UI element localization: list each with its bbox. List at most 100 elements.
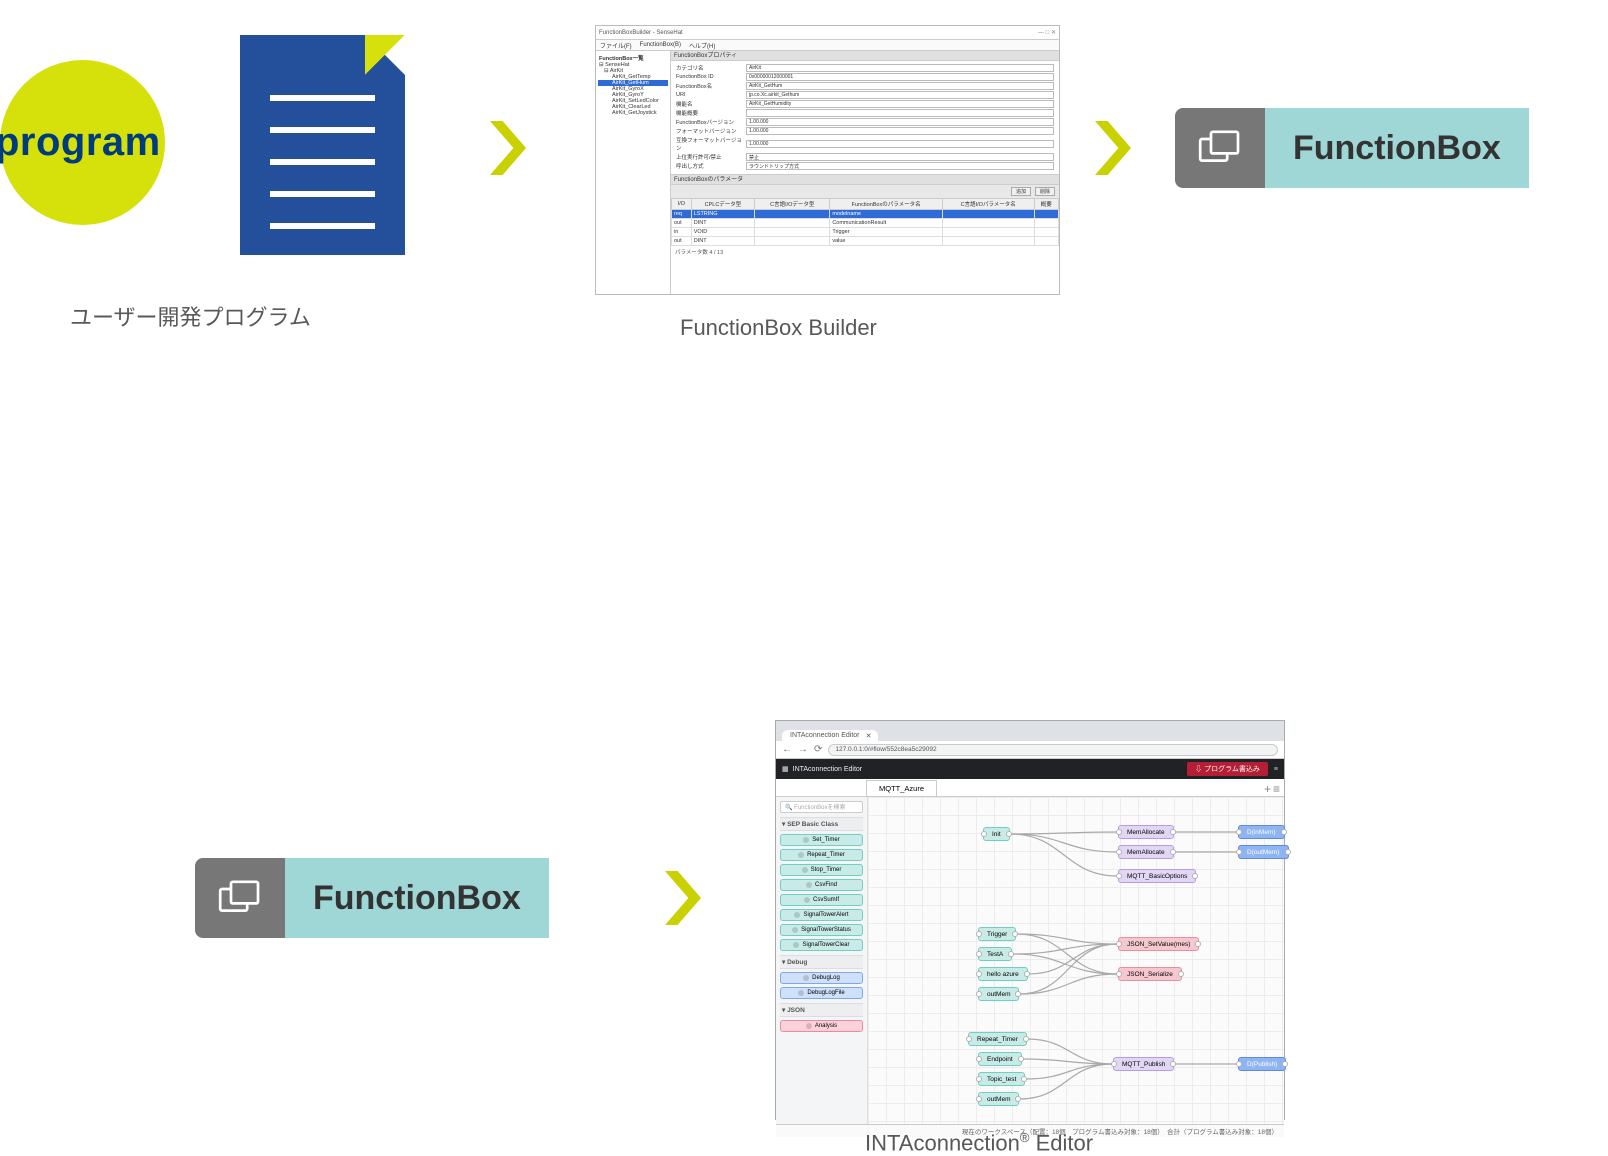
flow-node[interactable]: D(Publish) bbox=[1238, 1057, 1286, 1071]
menu-help[interactable]: ヘルプ(H) bbox=[689, 41, 715, 50]
builder-form: カテゴリ名AirKitFunctionBox ID0x0000001200000… bbox=[671, 61, 1059, 175]
flow-node[interactable]: Trigger bbox=[978, 927, 1016, 941]
program-icon: program bbox=[0, 60, 180, 225]
form-field: カテゴリ名AirKit bbox=[676, 64, 1054, 72]
functionbox-label: FunctionBox bbox=[285, 858, 549, 938]
menu-functionbox[interactable]: FunctionBox(B) bbox=[640, 42, 681, 48]
field-input[interactable]: 1.00.000 bbox=[746, 140, 1054, 148]
flow-node[interactable]: JSON_SetValue(mes) bbox=[1118, 937, 1199, 951]
palette-item[interactable]: CsvFind bbox=[780, 879, 863, 891]
palette-group[interactable]: ▾ Debug bbox=[780, 955, 863, 969]
palette-item-icon bbox=[798, 990, 804, 996]
palette-item[interactable]: Repeat_Timer bbox=[780, 849, 863, 861]
palette-item[interactable]: Set_Timer bbox=[780, 834, 863, 846]
palette-item[interactable]: SignalTowerClear bbox=[780, 939, 863, 951]
sidebar-search[interactable]: 🔍 FunctionBoxを検索 bbox=[780, 801, 863, 813]
flow-node[interactable]: D(outMem) bbox=[1238, 845, 1289, 859]
table-cell bbox=[755, 210, 830, 219]
flow-node[interactable]: MQTT_BasicOptions bbox=[1118, 869, 1196, 883]
field-input[interactable] bbox=[746, 109, 1054, 117]
palette-item-icon bbox=[806, 1023, 812, 1029]
field-input[interactable]: AirKit_GetHumidity bbox=[746, 100, 1054, 108]
flow-node[interactable]: hello azure bbox=[978, 967, 1028, 981]
flow-node[interactable]: outMem bbox=[978, 1092, 1019, 1106]
field-input[interactable]: 1.00.000 bbox=[746, 127, 1054, 135]
chevron-right-icon bbox=[665, 870, 701, 926]
canvas-tab[interactable]: MQTT_Azure bbox=[866, 780, 937, 796]
table-cell: Trigger bbox=[830, 228, 943, 237]
palette-group[interactable]: ▾ SEP Basic Class bbox=[780, 817, 863, 831]
tab-list-icon[interactable]: ≡ bbox=[1273, 782, 1280, 796]
menu-icon[interactable]: ≡ bbox=[1274, 766, 1278, 773]
table-row[interactable]: inVOIDTrigger bbox=[672, 228, 1059, 237]
address-bar[interactable]: 127.0.0.1:0/#flow/552c8ea5c29092 bbox=[828, 744, 1278, 756]
builder-tree[interactable]: FunctionBox一覧⊟ SenseHat ⊟ AirKitAirKit_G… bbox=[596, 51, 671, 294]
field-input[interactable]: AirKit bbox=[746, 64, 1054, 72]
add-tab-icon[interactable]: + bbox=[1264, 782, 1271, 796]
browser-tab[interactable]: INTAconnection Editor ✕ bbox=[782, 730, 878, 741]
builder-footer: パラメータ数 4 / 13 bbox=[671, 246, 1059, 258]
functionbox-builder-window: FunctionBoxBuilder - SenseHat ― □ ✕ ファイル… bbox=[595, 25, 1060, 295]
table-cell: DINT bbox=[691, 237, 754, 246]
row-2: FunctionBox INTAconnection Editor ✕ ← → … bbox=[0, 360, 1608, 790]
table-cell bbox=[942, 228, 1034, 237]
window-controls[interactable]: ― □ ✕ bbox=[1038, 29, 1056, 36]
flow-node[interactable]: JSON_Serialize bbox=[1118, 967, 1182, 981]
menu-file[interactable]: ファイル(F) bbox=[600, 41, 632, 50]
program-write-button[interactable]: ⇩ プログラム書込み bbox=[1187, 762, 1268, 776]
table-cell: LSTRING bbox=[691, 210, 754, 219]
palette-item[interactable]: DebugLogFile bbox=[780, 987, 863, 999]
forward-icon[interactable]: → bbox=[798, 744, 808, 755]
flow-node[interactable]: MQTT_Publish bbox=[1113, 1057, 1174, 1071]
flow-node[interactable]: D(inMem) bbox=[1238, 825, 1285, 839]
palette-item-label: Stop_Timer bbox=[811, 867, 842, 873]
stacked-screens-icon bbox=[1198, 130, 1242, 166]
flow-node[interactable]: Topic_test bbox=[978, 1072, 1025, 1086]
tree-item[interactable]: AirKit_GetJoystick bbox=[598, 110, 668, 116]
table-cell: out bbox=[672, 237, 692, 246]
back-icon[interactable]: ← bbox=[782, 744, 792, 755]
program-label: program bbox=[0, 120, 161, 165]
params-add-button[interactable]: 追加 bbox=[1011, 187, 1031, 196]
builder-menubar[interactable]: ファイル(F) FunctionBox(B) ヘルプ(H) bbox=[596, 40, 1059, 51]
canvas-wires bbox=[868, 797, 1284, 1124]
flow-node[interactable]: Init bbox=[983, 827, 1010, 841]
palette-item[interactable]: Stop_Timer bbox=[780, 864, 863, 876]
editor-sidebar: 🔍 FunctionBoxを検索 ▾ SEP Basic Class Set_Ti… bbox=[776, 797, 868, 1124]
flow-node[interactable]: Repeat_Timer bbox=[968, 1032, 1027, 1046]
flow-node[interactable]: outMem bbox=[978, 987, 1019, 1001]
field-input[interactable]: ラウンドトリップ方式 bbox=[746, 162, 1054, 170]
field-input[interactable]: AirKit_GetHum bbox=[746, 82, 1054, 90]
palette-item[interactable]: CsvSumIf bbox=[780, 894, 863, 906]
flow-node[interactable]: Endpoint bbox=[978, 1052, 1022, 1066]
params-delete-button[interactable]: 削除 bbox=[1035, 187, 1055, 196]
close-icon[interactable]: ✕ bbox=[866, 732, 872, 740]
palette-item[interactable]: SignalTowerAlert bbox=[780, 909, 863, 921]
reload-icon[interactable]: ⟳ bbox=[814, 744, 822, 755]
flow-node[interactable]: MemAllocate bbox=[1118, 845, 1174, 859]
flow-node[interactable]: TestA bbox=[978, 947, 1012, 961]
field-input[interactable]: 0x00000012000001 bbox=[746, 73, 1054, 81]
form-field: 呼出し方式ラウンドトリップ方式 bbox=[676, 162, 1054, 170]
field-input[interactable]: jp.co.Xc.airkit_Gethum bbox=[746, 91, 1054, 99]
palette-item[interactable]: Analysis bbox=[780, 1020, 863, 1032]
table-row[interactable]: reqLSTRINGmodelname bbox=[672, 210, 1059, 219]
table-cell bbox=[942, 210, 1034, 219]
flow-node[interactable]: MemAllocate bbox=[1118, 825, 1174, 839]
table-row[interactable]: outDINTCommunicationResult bbox=[672, 219, 1059, 228]
table-row[interactable]: outDINT value bbox=[672, 237, 1059, 246]
table-cell: value bbox=[830, 237, 943, 246]
functionbox-left-icon bbox=[1175, 108, 1265, 188]
table-cell bbox=[942, 237, 1034, 246]
palette-group[interactable]: ▾ JSON bbox=[780, 1003, 863, 1017]
form-field: URIjp.co.Xc.airkit_Gethum bbox=[676, 91, 1054, 99]
editor-canvas[interactable]: Init MemAllocate MemAllocate MQTT_BasicOpti… bbox=[868, 797, 1284, 1124]
builder-title: FunctionBoxBuilder - SenseHat bbox=[599, 30, 683, 36]
field-input[interactable]: 1.00.000 bbox=[746, 118, 1054, 126]
canvas-tabbar: MQTT_Azure + ≡ bbox=[776, 779, 1284, 797]
field-input[interactable]: 禁止 bbox=[746, 153, 1054, 161]
builder-params: 追加 削除 I/OCPLCデータ型C言語I/Oデータ型FunctionBoxのパ… bbox=[671, 185, 1059, 294]
palette-item[interactable]: SignalTowerStatus bbox=[780, 924, 863, 936]
document-icon bbox=[240, 35, 405, 255]
palette-item[interactable]: DebugLog bbox=[780, 972, 863, 984]
